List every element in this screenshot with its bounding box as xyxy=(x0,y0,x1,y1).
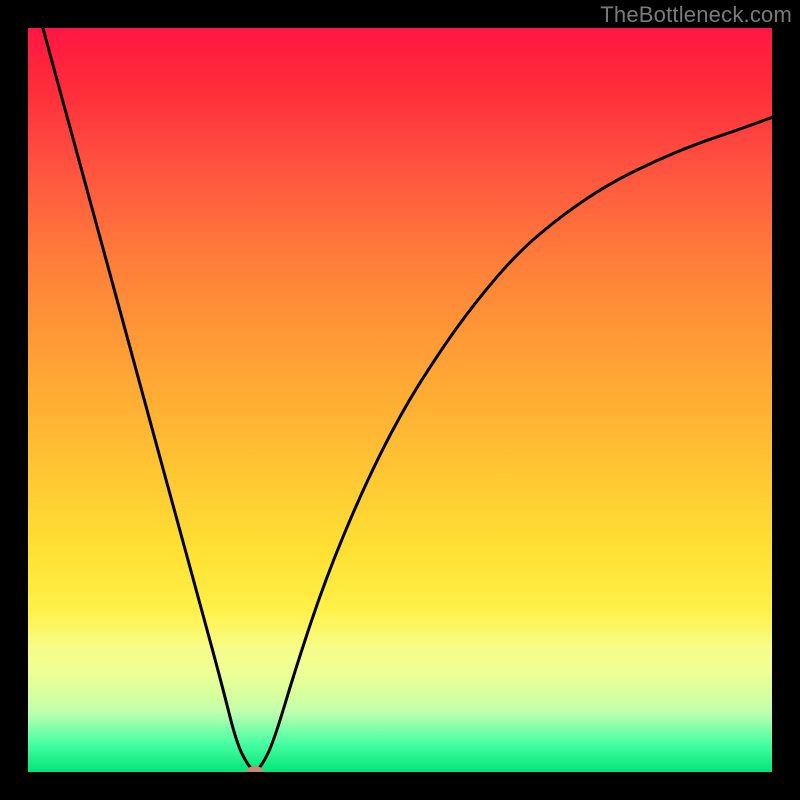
curve-svg xyxy=(28,28,772,772)
watermark-text: TheBottleneck.com xyxy=(600,2,792,28)
chart-container: TheBottleneck.com xyxy=(0,0,800,800)
bottleneck-curve xyxy=(43,28,772,770)
plot-area xyxy=(28,28,772,772)
